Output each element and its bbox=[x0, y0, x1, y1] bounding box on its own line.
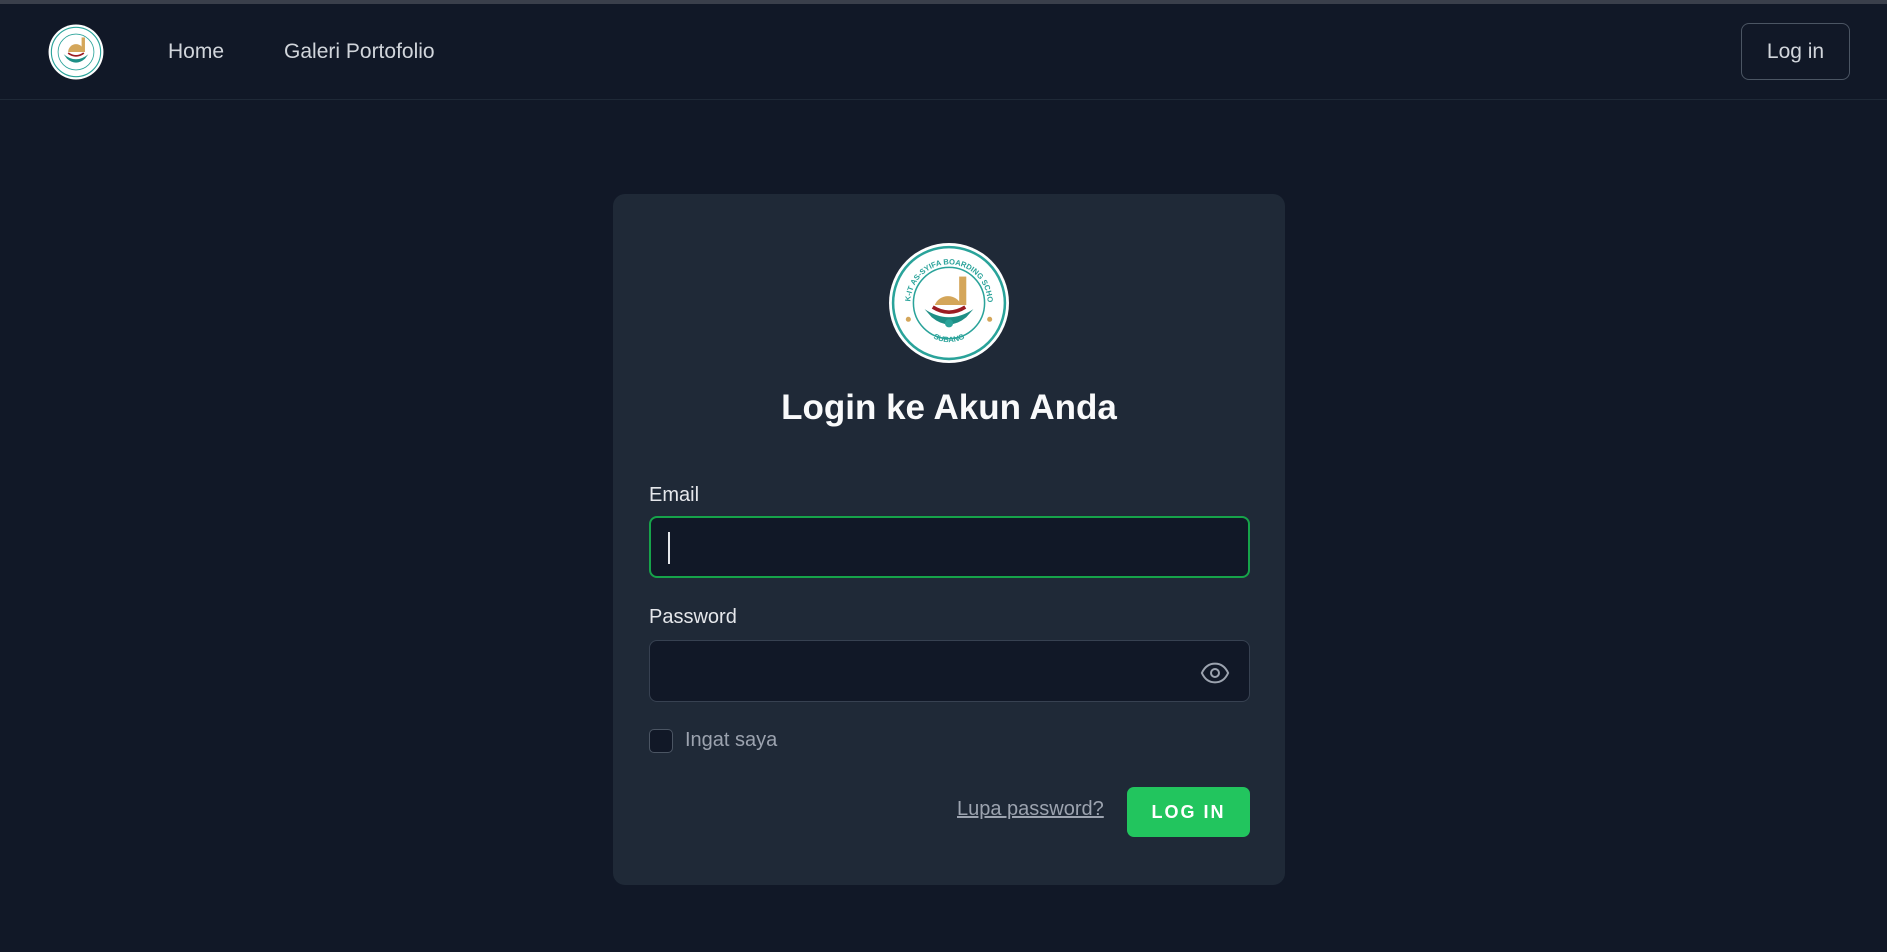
email-input[interactable] bbox=[649, 516, 1250, 578]
school-seal-logo-icon bbox=[48, 24, 104, 79]
eye-icon[interactable] bbox=[1200, 658, 1230, 688]
login-card: SMK-IT AS-SYIFA BOARDING SCHOOL SUBANG L… bbox=[613, 194, 1285, 885]
top-navbar: Home Galeri Portofolio Log in bbox=[0, 4, 1887, 100]
login-submit-button[interactable]: LOG IN bbox=[1127, 787, 1250, 837]
nav-home-link[interactable]: Home bbox=[168, 40, 224, 64]
forgot-password-link[interactable]: Lupa password? bbox=[957, 798, 1104, 821]
password-input[interactable] bbox=[649, 640, 1250, 702]
nav-login-button[interactable]: Log in bbox=[1741, 23, 1850, 80]
nav-galeri-portofolio-link[interactable]: Galeri Portofolio bbox=[284, 40, 435, 64]
school-seal-logo-icon: SMK-IT AS-SYIFA BOARDING SCHOOL SUBANG bbox=[888, 242, 1009, 363]
card-logo: SMK-IT AS-SYIFA BOARDING SCHOOL SUBANG bbox=[888, 242, 1010, 364]
text-caret bbox=[668, 532, 670, 564]
email-label: Email bbox=[649, 484, 700, 506]
nav-links: Home Galeri Portofolio bbox=[168, 40, 435, 64]
remember-me-checkbox[interactable] bbox=[649, 729, 673, 753]
login-title: Login ke Akun Anda bbox=[781, 388, 1117, 427]
remember-me-label: Ingat saya bbox=[685, 729, 778, 751]
password-label: Password bbox=[649, 606, 737, 628]
nav-logo[interactable] bbox=[48, 24, 104, 80]
